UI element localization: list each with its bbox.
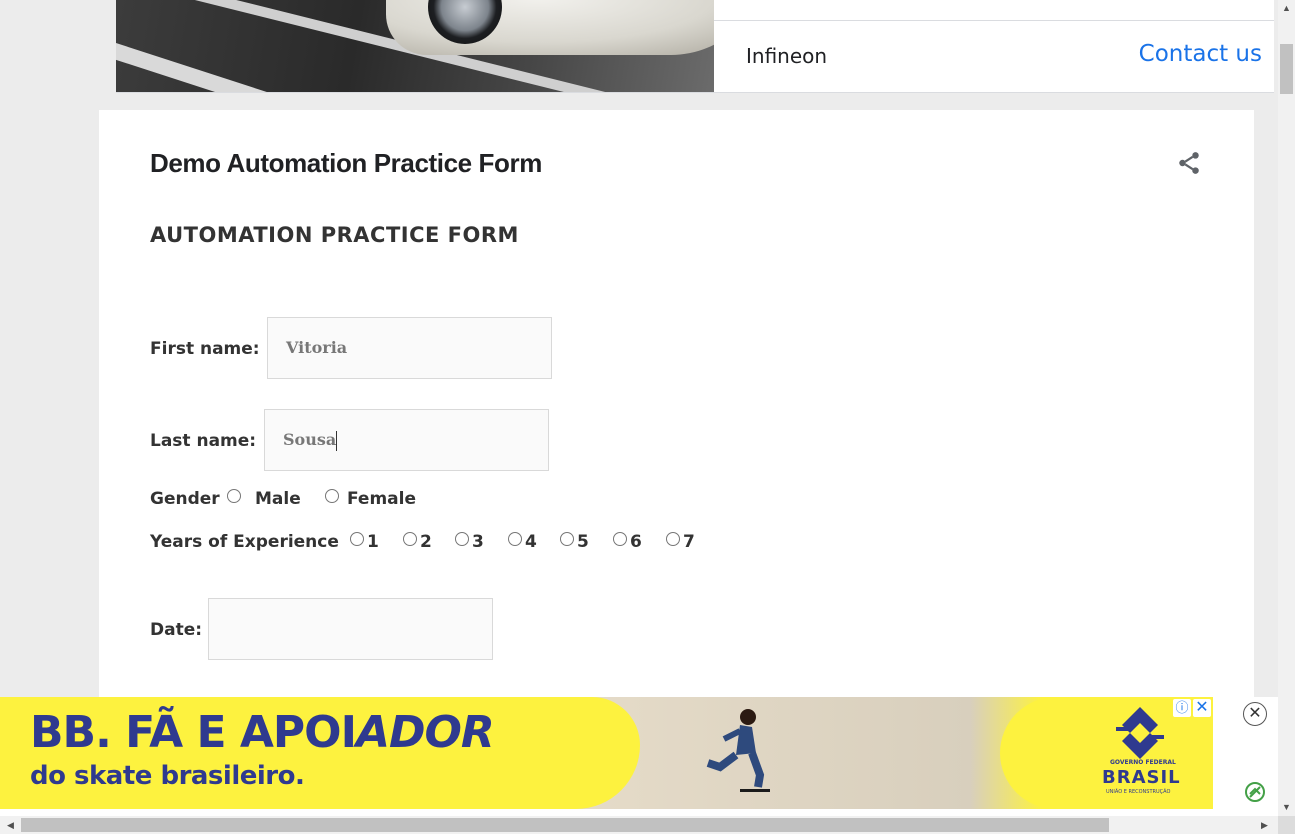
ad-divider [714, 20, 1274, 21]
gender-female-radio[interactable] [325, 489, 339, 503]
vertical-scrollbar[interactable]: ▲ ▼ [1278, 0, 1295, 816]
experience-label-7: 7 [683, 532, 695, 552]
post-title: Demo Automation Practice Form [150, 148, 542, 178]
experience-radio-3[interactable] [455, 532, 469, 546]
first-name-label: First name: [150, 339, 260, 359]
bottom-advertisement: BB. FÃ E APOIADOR do skate brasileiro. G… [0, 697, 1278, 816]
ad-brand-name: Infineon [746, 44, 828, 68]
text-caret [336, 430, 338, 451]
experience-radio-1[interactable] [350, 532, 364, 546]
experience-radio-2[interactable] [403, 532, 417, 546]
scrollbar-corner [1278, 816, 1295, 834]
gender-label: Gender [150, 489, 220, 509]
scroll-left-arrow-icon[interactable]: ◀ [2, 816, 19, 834]
first-name-value: Vitoria [286, 338, 348, 357]
skate-ad-banner[interactable]: BB. FÃ E APOIADOR do skate brasileiro. G… [0, 697, 1213, 809]
ad-headline: BB. FÃ E APOIADOR [30, 707, 495, 758]
experience-label-5: 5 [577, 532, 589, 552]
gov-subcaption: UNIÃO E RECONSTRUÇÃO [1106, 789, 1171, 795]
ad-headline-part2: ADOR [355, 707, 495, 758]
banco-do-brasil-logo [1116, 707, 1164, 759]
contact-us-link[interactable]: Contact us [1139, 41, 1262, 67]
experience-label: Years of Experience [150, 532, 339, 552]
experience-radio-5[interactable] [560, 532, 574, 546]
ad-info-icon[interactable]: ⓘ [1173, 699, 1191, 717]
ad-choices-icon[interactable] [1244, 781, 1266, 803]
gov-caption: GOVERNO FEDERAL [1110, 759, 1176, 766]
share-icon[interactable] [1176, 150, 1202, 176]
last-name-label: Last name: [150, 431, 257, 451]
experience-label-1: 1 [367, 532, 379, 552]
gov-brasil-logo: BRASIL [1102, 767, 1181, 788]
experience-label-6: 6 [630, 532, 642, 552]
page-viewport: Infineon Contact us Demo Automation Prac… [0, 0, 1278, 816]
gender-male-label: Male [255, 489, 301, 509]
car-ad-image [116, 0, 714, 92]
gender-male-radio[interactable] [227, 489, 241, 503]
horizontal-scrollbar[interactable]: ◀ ▶ [0, 816, 1278, 834]
experience-label-4: 4 [525, 532, 537, 552]
date-input[interactable] [208, 598, 493, 660]
experience-label-2: 2 [420, 532, 432, 552]
experience-label-3: 3 [472, 532, 484, 552]
skater-figure [706, 709, 770, 792]
horizontal-scroll-thumb[interactable] [21, 818, 1109, 832]
date-label: Date: [150, 620, 203, 640]
gender-female-label: Female [347, 489, 416, 509]
first-name-input[interactable]: Vitoria [267, 317, 552, 379]
form-heading: AUTOMATION PRACTICE FORM [150, 223, 519, 247]
last-name-value: Sousa [283, 430, 337, 449]
experience-radio-7[interactable] [666, 532, 680, 546]
scroll-right-arrow-icon[interactable]: ▶ [1256, 816, 1273, 834]
experience-radio-4[interactable] [508, 532, 522, 546]
ad-headline-part1: BB. FÃ E APOI [30, 707, 357, 758]
ad-subheadline: do skate brasileiro. [30, 761, 305, 791]
dismiss-ad-button[interactable]: ✕ [1243, 702, 1267, 726]
scroll-down-arrow-icon[interactable]: ▼ [1278, 799, 1295, 816]
ad-close-icon[interactable]: ✕ [1193, 699, 1211, 717]
scroll-up-arrow-icon[interactable]: ▲ [1278, 0, 1295, 17]
experience-radio-6[interactable] [613, 532, 627, 546]
vertical-scroll-thumb[interactable] [1280, 44, 1293, 94]
last-name-input[interactable]: Sousa [264, 409, 549, 471]
top-advertisement[interactable]: Infineon Contact us [116, 0, 1274, 93]
